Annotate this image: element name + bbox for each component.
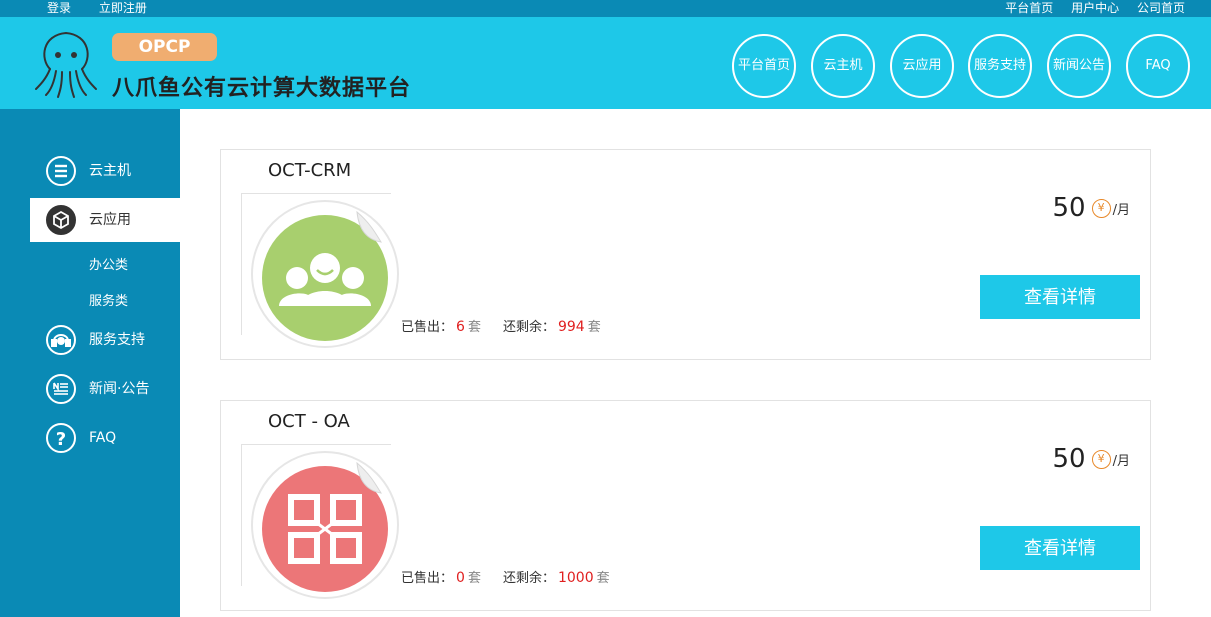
nav-news[interactable]: 新闻公告 [1047, 34, 1111, 98]
price-period: /月 [1112, 453, 1130, 469]
yen-icon: ¥ [1091, 198, 1111, 218]
sold-label: 已售出： [401, 320, 454, 335]
remain-label: 还剩余： [502, 320, 555, 335]
remain-label: 还剩余： [502, 571, 555, 586]
login-link[interactable]: 登录 [47, 1, 71, 15]
company-home-link[interactable]: 公司首页 [1137, 1, 1185, 15]
sidebar-item-news[interactable]: 新闻·公告 [30, 367, 180, 411]
remain-unit: 套 [596, 571, 610, 586]
sold-unit: 套 [467, 571, 481, 586]
sold-count: 0 [456, 570, 465, 586]
sidebar: 云主机 云应用 办公类 服务类 服务支持 新闻·公告 ? FAQ [0, 109, 180, 617]
nav-cloud-host[interactable]: 云主机 [811, 34, 875, 98]
product-card: OCT-CRM 已售出： 6 套还剩余： 994 套 50 ¥/月 查看详情 [220, 149, 1151, 360]
sold-unit: 套 [467, 320, 481, 335]
top-bar: 登录 立即注册 平台首页 用户中心 公司首页 [0, 0, 1211, 17]
yen-icon: ¥ [1091, 449, 1111, 469]
price-value: 50 [1052, 444, 1086, 474]
cube-icon [46, 205, 76, 235]
product-card: OCT - OA 已售出： 0 套还剩余： 1000 套 50 ¥/月 查看详情 [220, 400, 1151, 611]
stock-stats: 已售出： 0 套还剩余： 1000 套 [401, 567, 610, 586]
office-logo-icon [251, 451, 399, 599]
nav-faq[interactable]: FAQ [1126, 34, 1190, 98]
user-center-link[interactable]: 用户中心 [1071, 1, 1119, 15]
sidebar-item-cloud-host[interactable]: 云主机 [30, 149, 180, 193]
remain-unit: 套 [587, 320, 601, 335]
sidebar-item-label: 新闻·公告 [89, 381, 150, 397]
sidebar-item-label: 服务支持 [89, 332, 145, 348]
svg-text:?: ? [56, 429, 66, 450]
sidebar-item-faq[interactable]: ? FAQ [30, 416, 180, 460]
remain-count: 994 [557, 319, 585, 335]
header: OPCP 八爪鱼公有云计算大数据平台 平台首页 云主机 云应用 服务支持 新闻公… [0, 17, 1211, 109]
sidebar-item-label: 云应用 [89, 212, 131, 228]
brand-badge: OPCP [112, 33, 217, 61]
octopus-logo-icon [35, 31, 97, 98]
product-name: OCT-CRM [268, 160, 352, 181]
price: 50 ¥/月 [1053, 193, 1130, 223]
view-details-button[interactable]: 查看详情 [980, 526, 1140, 570]
nav-service-support[interactable]: 服务支持 [968, 34, 1032, 98]
register-link[interactable]: 立即注册 [99, 1, 147, 15]
sidebar-item-cloud-app[interactable]: 云应用 [30, 198, 180, 242]
remain-count: 1000 [557, 570, 594, 586]
sidebar-item-service-support[interactable]: 服务支持 [30, 318, 180, 362]
price: 50 ¥/月 [1053, 444, 1130, 474]
question-icon: ? [46, 423, 76, 453]
price-value: 50 [1052, 193, 1086, 223]
sold-count: 6 [456, 319, 465, 335]
nav-platform-home[interactable]: 平台首页 [732, 34, 796, 98]
top-links: 平台首页 用户中心 公司首页 [991, 0, 1185, 16]
platform-home-link[interactable]: 平台首页 [1005, 1, 1053, 15]
nav-cloud-app[interactable]: 云应用 [890, 34, 954, 98]
sidebar-item-label: 云主机 [89, 163, 131, 179]
sold-label: 已售出： [401, 571, 454, 586]
sidebar-subitem-office[interactable]: 办公类 [89, 254, 128, 273]
server-list-icon [46, 156, 76, 186]
stock-stats: 已售出： 6 套还剩余： 994 套 [401, 316, 601, 335]
users-group-icon [251, 200, 399, 348]
brand-title: 八爪鱼公有云计算大数据平台 [112, 76, 412, 101]
auth-links: 登录 立即注册 [47, 0, 171, 16]
price-period: /月 [1112, 202, 1130, 218]
view-details-button[interactable]: 查看详情 [980, 275, 1140, 319]
sidebar-subitem-service[interactable]: 服务类 [89, 290, 128, 309]
headset-icon [46, 325, 76, 355]
product-name: OCT - OA [268, 411, 350, 432]
newspaper-icon [46, 374, 76, 404]
sidebar-item-label: FAQ [89, 430, 117, 446]
